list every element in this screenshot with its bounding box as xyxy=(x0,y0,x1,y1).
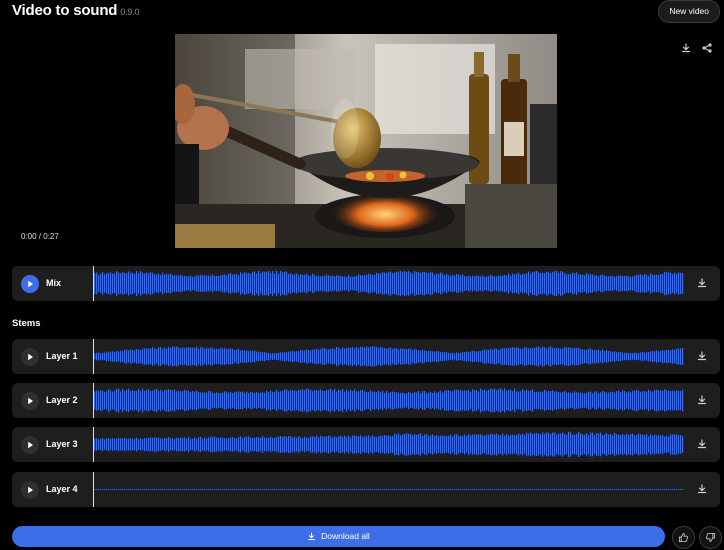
track-label: Layer 4 xyxy=(46,484,78,494)
waveform[interactable] xyxy=(94,427,684,462)
video-frame-image xyxy=(175,34,557,248)
waveform[interactable] xyxy=(94,472,684,507)
share-icon[interactable] xyxy=(701,42,713,54)
play-icon xyxy=(28,441,33,449)
track-label: Layer 1 xyxy=(46,351,78,361)
track-label: Mix xyxy=(46,278,62,288)
download-icon[interactable] xyxy=(696,483,708,495)
thumbs-up-icon xyxy=(678,532,688,543)
app-title-text: Video to sound xyxy=(12,2,118,19)
play-icon xyxy=(28,486,33,494)
download-all-button[interactable]: Download all xyxy=(12,526,665,547)
download-icon[interactable] xyxy=(696,438,708,450)
track-label: Layer 2 xyxy=(46,395,78,405)
stems-heading: Stems xyxy=(12,318,41,329)
download-icon xyxy=(308,532,316,541)
mix-play-button[interactable] xyxy=(21,275,39,293)
download-icon[interactable] xyxy=(696,350,708,362)
download-all-label: Download all xyxy=(321,531,370,541)
stem-track-layer-3: Layer 3 xyxy=(12,427,720,462)
waveform[interactable] xyxy=(94,339,684,374)
thumbs-down-icon xyxy=(706,532,716,543)
time-readout: 0:00 / 0:27 xyxy=(21,232,59,241)
layer-4-play-button[interactable] xyxy=(21,481,39,499)
play-icon xyxy=(28,353,33,361)
download-icon[interactable] xyxy=(680,42,692,54)
app-version: 0.9.0 xyxy=(120,7,140,17)
download-icon[interactable] xyxy=(696,277,708,289)
thumbs-down-button[interactable] xyxy=(699,526,722,549)
track-label: Layer 3 xyxy=(46,439,78,449)
play-icon xyxy=(28,280,33,288)
layer-1-play-button[interactable] xyxy=(21,348,39,366)
download-icon[interactable] xyxy=(696,394,708,406)
play-icon xyxy=(28,397,33,405)
app-title: Video to sound 0.9.0 xyxy=(12,2,139,19)
waveform[interactable] xyxy=(94,383,684,418)
stem-track-layer-1: Layer 1 xyxy=(12,339,720,374)
layer-2-play-button[interactable] xyxy=(21,392,39,410)
layer-3-play-button[interactable] xyxy=(21,436,39,454)
stem-track-layer-2: Layer 2 xyxy=(12,383,720,418)
video-preview[interactable] xyxy=(175,34,557,248)
stem-track-layer-4: Layer 4 xyxy=(12,472,720,507)
mix-track: Mix xyxy=(12,266,720,301)
waveform[interactable] xyxy=(94,266,684,301)
new-video-button[interactable]: New video xyxy=(658,0,720,23)
thumbs-up-button[interactable] xyxy=(672,526,695,549)
